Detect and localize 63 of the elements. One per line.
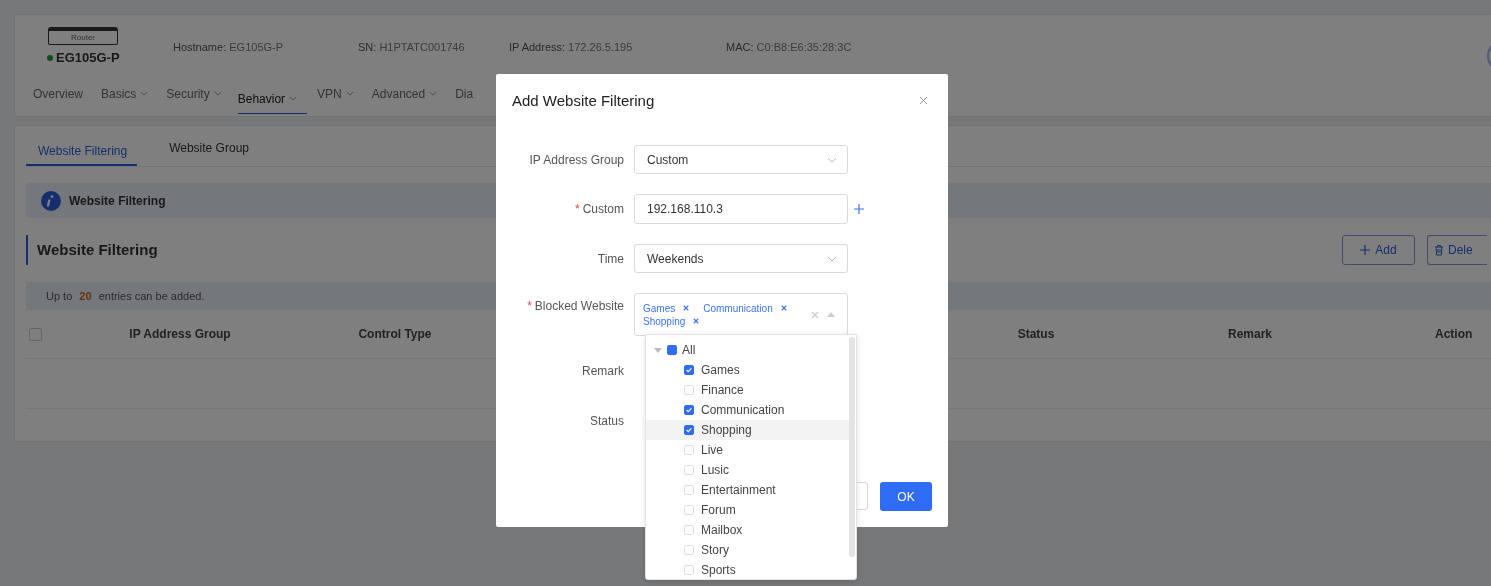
tag: Shopping [643, 315, 700, 327]
tree-item-label[interactable]: Entertainment [701, 483, 776, 497]
tree-item-label[interactable]: Communication [701, 403, 785, 417]
tree-item-label[interactable]: Live [701, 443, 723, 457]
checkbox[interactable] [684, 425, 694, 435]
tree-item-label[interactable]: Finance [701, 383, 744, 397]
column-header: Control Type [357, 327, 433, 341]
sub-tab[interactable]: Website Group [169, 141, 249, 166]
column-header: Status [1016, 327, 1056, 341]
remove-icon[interactable] [683, 305, 690, 311]
remove-icon[interactable] [780, 305, 787, 311]
tree-item-label[interactable]: Games [701, 363, 740, 377]
column-header: IP Address Group [128, 327, 232, 341]
close-icon[interactable] [919, 95, 928, 105]
chevron-icon [827, 156, 837, 163]
select-all-checkbox[interactable] [29, 327, 42, 341]
tree-item-label[interactable]: Story [701, 543, 729, 557]
router-label: Router [71, 33, 95, 42]
tree-item-label[interactable]: Forum [701, 503, 736, 517]
trash-icon [1434, 244, 1444, 256]
scrollbar[interactable] [849, 337, 855, 557]
section-title: Website Filtering [26, 235, 158, 265]
tree-item-label[interactable]: Shopping [701, 423, 752, 437]
field-label: Remark [581, 364, 625, 378]
remove-icon[interactable] [693, 318, 700, 324]
tree-item-label[interactable]: All [682, 343, 696, 357]
device-info: IP Address: 172.26.5.195 [509, 41, 633, 53]
tree-item-label[interactable]: Mailbox [701, 523, 743, 537]
select-field[interactable]: Custom [634, 145, 848, 174]
info-icon [41, 190, 61, 211]
device-info: SN: H1PTATC001746 [358, 41, 465, 53]
tree-item-label[interactable]: Sports [701, 563, 736, 577]
select-field[interactable]: Weekends [634, 244, 848, 273]
chevron-icon [827, 255, 837, 262]
column-header: Action [1435, 327, 1474, 341]
device-info: Hostname: EG105G-P [173, 41, 284, 53]
nav-tab[interactable]: Behavior [237, 85, 308, 114]
input-field[interactable]: 192.168.110.3 [634, 194, 848, 224]
caret-up-icon [827, 312, 835, 317]
field-label: * Custom [574, 202, 625, 216]
clear-icon[interactable] [811, 310, 819, 319]
select-value: Weekends [647, 251, 704, 266]
banner-title: Website Filtering [69, 193, 166, 208]
checkbox[interactable] [667, 345, 677, 355]
device-name: EG105G-P [56, 50, 120, 65]
plus-icon [1360, 245, 1371, 255]
select-value: Custom [647, 152, 689, 167]
tree-item-label[interactable]: Lusic [701, 463, 729, 477]
ok-button[interactable]: OK [880, 482, 932, 511]
limit-text: Up to 20 entries can be added. [46, 290, 205, 302]
device-info: MAC: C0:B8:E6:35:28:3C [726, 41, 852, 53]
tag: Games [643, 302, 690, 314]
field-label: Time [596, 251, 625, 266]
field-label: IP Address Group [528, 152, 625, 167]
column-header: Remark [1227, 327, 1273, 341]
field-label: * Blocked Website [526, 298, 625, 313]
checkbox[interactable] [684, 365, 694, 375]
tag: Communication [703, 302, 787, 314]
field-label: Status [588, 414, 625, 428]
plus-icon[interactable] [854, 204, 864, 214]
dialog-title: Add Website Filtering [512, 91, 655, 109]
expand-caret-icon[interactable] [654, 347, 662, 353]
checkbox[interactable] [684, 405, 694, 415]
